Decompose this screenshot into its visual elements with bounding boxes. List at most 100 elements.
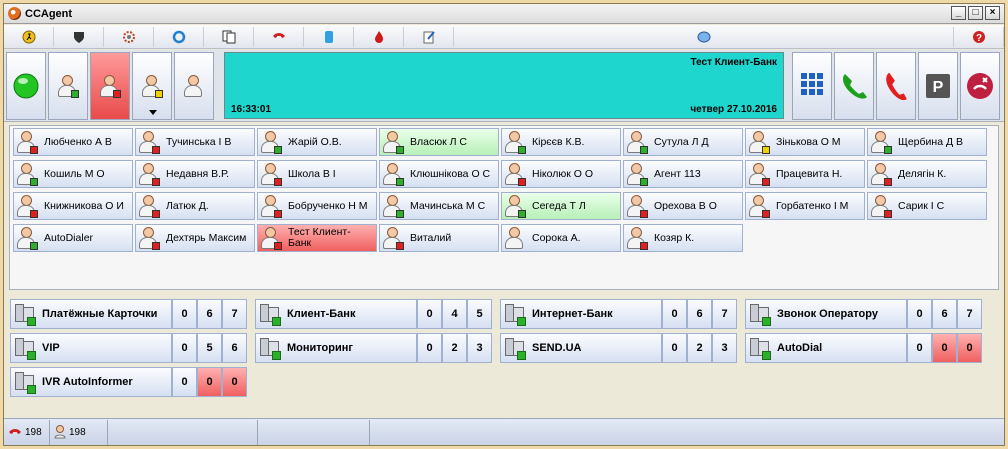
ready-button[interactable] (6, 52, 46, 120)
agent-tile[interactable]: Кірєєв К.В. (501, 128, 621, 156)
agent-tile[interactable]: Працевита Н. (745, 160, 865, 188)
agent-tile[interactable]: Тест Клиент-Банк (257, 224, 377, 252)
shield-button[interactable] (54, 26, 104, 47)
queue-tile[interactable]: Клиент-Банк 0 4 5 (255, 299, 492, 329)
status-agents: 198 (50, 419, 108, 445)
svg-text:?: ? (975, 33, 981, 44)
agent-tile[interactable]: Виталий (379, 224, 499, 252)
queue-name-cell[interactable]: Звонок Оператору (745, 299, 907, 329)
hangup-button[interactable] (876, 52, 916, 120)
queue-tile[interactable]: IVR AutoInformer 0 0 0 (10, 367, 247, 397)
close-button[interactable]: × (985, 6, 1000, 20)
queue-count: 4 (442, 299, 467, 329)
queue-icon (259, 336, 281, 360)
status-panel-4 (258, 419, 370, 445)
dialpad-button[interactable] (792, 52, 832, 120)
agent-tile[interactable]: Недавня В.Р. (135, 160, 255, 188)
agent-tile[interactable]: Делягін К. (867, 160, 987, 188)
agent-tile[interactable]: Сегеда Т Л (501, 192, 621, 220)
agent-tile[interactable]: Школа В І (257, 160, 377, 188)
agent-tile[interactable]: Зінькова О М (745, 128, 865, 156)
park-icon: P (926, 74, 950, 98)
queue-count: 7 (222, 299, 247, 329)
agent-tile[interactable]: Орехова В О (623, 192, 743, 220)
agent-name: Тест Клиент-Банк (288, 226, 351, 249)
status-away-button[interactable] (132, 52, 172, 120)
queue-tile[interactable]: Мониторинг 0 2 3 (255, 333, 492, 363)
agent-tile[interactable]: Жарій О.В. (257, 128, 377, 156)
queue-tile[interactable]: Интернет-Банк 0 6 7 (500, 299, 737, 329)
agent-tile[interactable]: AutoDialer (13, 224, 133, 252)
queue-icon (504, 302, 526, 326)
agent-tile[interactable]: Горбатенко І М (745, 192, 865, 220)
reject-button[interactable] (960, 52, 1000, 120)
queue-icon (749, 302, 771, 326)
agent-tile[interactable]: Кошиль М О (13, 160, 133, 188)
agent-avatar-icon (138, 162, 160, 186)
agent-tile[interactable]: Бобрученко Н М (257, 192, 377, 220)
answer-button[interactable] (834, 52, 874, 120)
queue-name-cell[interactable]: SEND.UA (500, 333, 662, 363)
queue-name-cell[interactable]: Мониторинг (255, 333, 417, 363)
status-offline-button[interactable] (174, 52, 214, 120)
queue-name-cell[interactable]: Интернет-Банк (500, 299, 662, 329)
agent-tile[interactable]: Козяр К. (623, 224, 743, 252)
chat-icon (697, 31, 710, 42)
park-button[interactable]: P (918, 52, 958, 120)
queue-tile[interactable]: Платёжные Карточки 0 6 7 (10, 299, 247, 329)
agent-name: Ніколюк О О (532, 167, 594, 180)
queue-name-cell[interactable]: AutoDial (745, 333, 907, 363)
queue-name: IVR AutoInformer (42, 375, 133, 388)
agent-tile[interactable]: Сорока А. (501, 224, 621, 252)
copy-button[interactable] (204, 26, 254, 47)
queue-count: 0 (957, 333, 982, 363)
queue-tile[interactable]: AutoDial 0 0 0 (745, 333, 982, 363)
agent-tile[interactable]: Дехтярь Максим (135, 224, 255, 252)
queue-count: 2 (442, 333, 467, 363)
queue-count: 0 (662, 333, 687, 363)
walk-icon (22, 30, 35, 43)
agents-count: 198 (69, 426, 86, 438)
agent-tile[interactable]: Щербина Д В (867, 128, 987, 156)
flame-button[interactable] (354, 26, 404, 47)
agent-tile[interactable]: Тучинська І В (135, 128, 255, 156)
title-bar[interactable]: CCAgent _ □ × (4, 4, 1004, 24)
queue-tile[interactable]: VIP 0 5 6 (10, 333, 247, 363)
queue-name-cell[interactable]: IVR AutoInformer (10, 367, 172, 397)
chat-button[interactable] (454, 26, 954, 47)
maximize-button[interactable]: □ (968, 6, 983, 20)
queue-name-cell[interactable]: VIP (10, 333, 172, 363)
queue-count: 7 (957, 299, 982, 329)
queue-count: 3 (712, 333, 737, 363)
queue-count: 6 (932, 299, 957, 329)
agent-tile[interactable]: Клюшнікова О С (379, 160, 499, 188)
queue-name-cell[interactable]: Клиент-Банк (255, 299, 417, 329)
agent-avatar-icon (16, 162, 38, 186)
queue-name-cell[interactable]: Платёжные Карточки (10, 299, 172, 329)
agent-tile[interactable]: Власюк Л С (379, 128, 499, 156)
contacts-button[interactable] (304, 26, 354, 47)
walk-button[interactable] (4, 26, 54, 47)
status-available-button[interactable] (48, 52, 88, 120)
status-busy-button[interactable] (90, 52, 130, 120)
help-button[interactable]: ? (954, 26, 1004, 47)
agent-tile[interactable]: Ніколюк О О (501, 160, 621, 188)
agent-tile[interactable]: Сутула Л Д (623, 128, 743, 156)
queue-icon (504, 336, 526, 360)
agent-tile[interactable]: Сарик І С (867, 192, 987, 220)
copy-icon (222, 30, 235, 43)
notepad-button[interactable] (404, 26, 454, 47)
queue-tile[interactable]: Звонок Оператору 0 6 7 (745, 299, 982, 329)
minimize-button[interactable]: _ (951, 6, 966, 20)
settings-button[interactable] (104, 26, 154, 47)
agent-avatar-icon (16, 226, 38, 250)
refresh-button[interactable] (154, 26, 204, 47)
phone-menu-button[interactable] (254, 26, 304, 47)
agent-tile[interactable]: Агент 113 (623, 160, 743, 188)
agent-tile[interactable]: Латюк Д. (135, 192, 255, 220)
agent-tile[interactable]: Мачинська М С (379, 192, 499, 220)
queue-tile[interactable]: SEND.UA 0 2 3 (500, 333, 737, 363)
agent-tile[interactable]: Книжникова О И (13, 192, 133, 220)
agent-tile[interactable]: Любченко А В (13, 128, 133, 156)
agent-name: Мачинська М С (410, 199, 486, 212)
